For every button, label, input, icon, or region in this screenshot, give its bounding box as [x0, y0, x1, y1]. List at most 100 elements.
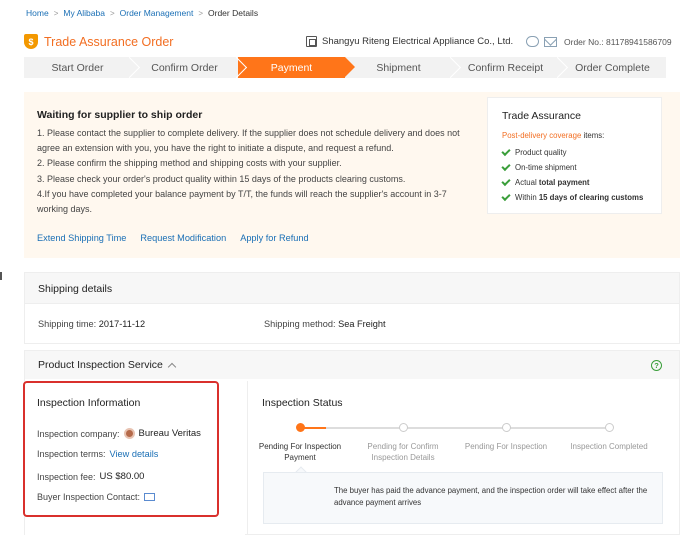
extend-shipping-time-link[interactable]: Extend Shipping Time [37, 233, 126, 243]
shipping-method-value: Sea Freight [338, 319, 386, 329]
assurance-item-pre: Actual [515, 178, 539, 187]
inspection-fee-value: US $80.00 [99, 471, 145, 482]
assurance-subtitle: Post-delivery coverage items: [502, 131, 604, 140]
notice-line: 2. Please confirm the shipping method an… [37, 158, 342, 169]
status-step-label: Pending For Inspection [464, 442, 548, 451]
breadcrumb-order-management[interactable]: Order Management [120, 8, 194, 18]
trade-assurance-card: Trade Assurance Post-delivery coverage i… [487, 97, 662, 214]
inspection-company-row: Inspection company: Bureau Veritas [37, 428, 201, 439]
breadcrumb-home[interactable]: Home [26, 8, 49, 18]
status-step-dot [296, 423, 305, 432]
status-step-dot [399, 423, 408, 432]
notice-line: 3. Please check your order's product qua… [37, 173, 406, 184]
step-payment: Payment [238, 57, 355, 78]
assurance-item: Product quality [501, 145, 643, 160]
inspection-information: Inspection Information Inspection compan… [23, 381, 245, 535]
status-step-label: Inspection Completed [570, 442, 648, 451]
assurance-item: Actual total payment [501, 175, 643, 190]
step-confirm-receipt: Confirm Receipt [452, 57, 559, 78]
breadcrumb-my-alibaba[interactable]: My Alibaba [63, 8, 105, 18]
assurance-item: On-time shipment [501, 160, 643, 175]
chevron-right-icon: > [109, 8, 115, 18]
order-progress-steps: Start Order Confirm Order Payment Shipment C… [24, 57, 666, 78]
inspection-fee-row: Inspection fee: US $80.00 [37, 471, 144, 482]
request-modification-link[interactable]: Request Modification [140, 233, 226, 243]
order-number: Order No.: 81178941586709 [564, 37, 672, 47]
assurance-item-text: On-time shipment [515, 163, 577, 172]
assurance-item: Within 15 days of clearing customs [501, 190, 643, 205]
shipping-details-panel: Shipping details Shipping time: 2017-11-… [24, 272, 680, 344]
check-icon [501, 161, 511, 171]
notice-line: 4.If you have completed your balance pay… [37, 188, 447, 215]
buyer-contact-label: Buyer Inspection Contact: [37, 492, 141, 502]
scroll-marker [0, 272, 2, 280]
view-details-link[interactable]: View details [110, 449, 159, 459]
step-confirm-order: Confirm Order [131, 57, 238, 78]
check-icon [501, 146, 511, 156]
inspection-status: Inspection Status Pending For Inspection… [247, 381, 679, 535]
supplier-info: Shangyu Riteng Electrical Appliance Co.,… [306, 36, 558, 47]
inspection-status-title: Inspection Status [262, 397, 343, 409]
assurance-item-text: Actual total payment [515, 178, 590, 187]
buyer-contact-row: Buyer Inspection Contact: [37, 492, 156, 502]
page-title: $ Trade Assurance Order [24, 34, 173, 49]
help-icon[interactable]: ? [651, 360, 662, 371]
assurance-item-pre: On-time shipment [515, 163, 577, 172]
check-icon [501, 191, 511, 201]
status-step-dot [605, 423, 614, 432]
inspection-fee-label: Inspection fee: [37, 471, 96, 482]
apply-for-refund-link[interactable]: Apply for Refund [240, 233, 308, 243]
inspection-status-message: The buyer has paid the advance payment, … [263, 472, 663, 524]
shipping-details-body: Shipping time: 2017-11-12 Shipping metho… [25, 304, 679, 344]
notice-actions: Extend Shipping Time Request Modificatio… [37, 233, 309, 243]
inspection-info-title: Inspection Information [37, 397, 141, 409]
status-track [300, 427, 610, 429]
shipping-time-value: 2017-11-12 [98, 319, 146, 329]
inspection-header[interactable]: Product Inspection Service [25, 351, 679, 379]
inspection-terms-row: Inspection terms: View details [37, 449, 158, 459]
check-icon [501, 176, 511, 186]
assurance-item-pre: Product quality [515, 148, 567, 157]
page-title-text: Trade Assurance Order [44, 34, 174, 49]
assurance-item-bold: 15 days of clearing customs [538, 193, 644, 202]
inspection-header-title: Product Inspection Service [38, 359, 163, 371]
shipping-method: Shipping method: Sea Freight [264, 319, 386, 329]
inspection-company-label: Inspection company: [37, 428, 120, 439]
contact-card-icon[interactable] [144, 493, 156, 501]
assurance-item-text: Within 15 days of clearing customs [515, 193, 643, 202]
mail-icon[interactable] [544, 36, 558, 47]
shipping-details-header: Shipping details [25, 273, 679, 304]
notice-heading: Waiting for supplier to ship order [37, 109, 203, 121]
shipping-time: Shipping time: 2017-11-12 [38, 319, 145, 329]
chat-icon[interactable] [526, 36, 540, 47]
breadcrumb: Home > My Alibaba > Order Management > O… [26, 8, 258, 18]
assurance-title: Trade Assurance [502, 110, 581, 122]
trade-assurance-shield-icon: $ [24, 34, 38, 49]
breadcrumb-current: Order Details [208, 8, 259, 18]
step-order-complete: Order Complete [575, 61, 650, 74]
coverage-rest: items: [581, 131, 605, 140]
chevron-right-icon: > [198, 8, 203, 18]
assurance-item-bold: total payment [538, 178, 590, 187]
status-step-label: Pending for Confirm Inspection Details [367, 442, 439, 462]
status-step-dot [502, 423, 511, 432]
chevron-up-icon[interactable] [167, 362, 177, 371]
bureau-veritas-logo-icon [123, 428, 135, 439]
shipping-time-label: Shipping time: [38, 319, 97, 329]
assurance-item-text: Product quality [515, 148, 567, 157]
assurance-item-pre: Within [515, 193, 539, 202]
inspection-company-value: Bureau Veritas [138, 428, 201, 439]
status-step-label: Pending For Inspection Payment [258, 442, 342, 462]
coverage-highlight: Post-delivery coverage [502, 131, 582, 140]
step-shipment: Shipment [345, 57, 452, 78]
product-inspection-panel: Product Inspection Service ? Inspection … [23, 350, 680, 535]
step-start-order: Start Order [24, 57, 131, 78]
supplier-name[interactable]: Shangyu Riteng Electrical Appliance Co.,… [322, 36, 513, 47]
building-icon [306, 36, 317, 47]
shipping-method-label: Shipping method: [264, 319, 336, 329]
assurance-list: Product quality On-time shipment Actual to… [501, 145, 643, 205]
notice-lines: 1. Please contact the supplier to comple… [37, 126, 477, 217]
chevron-right-icon: > [53, 8, 59, 18]
inspection-terms-label: Inspection terms: [37, 449, 106, 459]
notice-line: 1. Please contact the supplier to comple… [37, 128, 460, 154]
